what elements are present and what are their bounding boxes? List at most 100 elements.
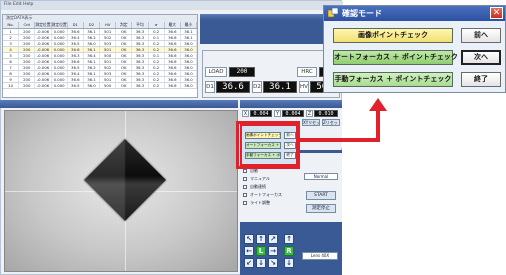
table-header-cell: 測定位置X xyxy=(35,22,52,28)
table-cell: 36.0 xyxy=(181,53,198,58)
table-cell: OK xyxy=(116,41,133,46)
z-reset-button[interactable]: Zリセット xyxy=(322,119,340,126)
table-header-row: No. Cnt 測定位置X 測定位置Y D1 D2 HV 判定 平均 σ 最大 最小 xyxy=(3,22,198,28)
d1-value: 36.6 xyxy=(216,81,250,93)
close-icon[interactable]: ✕ xyxy=(490,7,503,19)
table-cell: 501 xyxy=(100,47,117,52)
auto-focus-point-check-button[interactable]: オートフォーカス ＋ ポイントチェック xyxy=(333,50,458,65)
table-cell: -0.006 xyxy=(35,47,52,52)
table-cell: 36.6 xyxy=(165,83,181,88)
arrow-down-icon[interactable]: ↓ xyxy=(256,258,266,268)
arrow-right-label-button[interactable]: R xyxy=(284,246,294,256)
table-cell: 9 xyxy=(3,77,20,82)
arrow-down-left-icon[interactable]: ↙ xyxy=(244,258,254,268)
xy-reset-button[interactable]: XYリセット xyxy=(302,119,320,126)
table-cell: 0.000 xyxy=(52,71,68,76)
table-cell: 36.6 xyxy=(165,35,181,40)
callout-arrow-head-icon xyxy=(369,98,387,111)
prev-button[interactable]: 前へ xyxy=(461,28,501,43)
table-cell: 0.2 xyxy=(149,65,165,70)
y-value: 0.004 xyxy=(282,110,304,117)
option-checkbox[interactable] xyxy=(243,201,247,205)
diamond-indentation xyxy=(83,138,167,222)
mode-select[interactable]: Normal xyxy=(304,173,338,180)
lens-select[interactable]: Lens 40X xyxy=(302,252,338,260)
stage-control-panel: ↖ ↑ ↗ ← L → ↙ ↓ ↘ ↑ R ↓ Lens 40X xyxy=(240,222,342,275)
table-cell: 8 xyxy=(3,71,20,76)
arrow-right-icon[interactable]: → xyxy=(268,246,278,256)
option-checkbox[interactable] xyxy=(243,185,247,189)
z-up-icon[interactable]: ↑ xyxy=(284,234,294,244)
confirm-mode-dialog: 確認モード ✕ 画像ポイントチェック オートフォーカス ＋ ポイントチェック 手… xyxy=(323,5,506,93)
arrow-down-right-icon[interactable]: ↘ xyxy=(268,258,278,268)
table-cell: 36.0 xyxy=(181,41,198,46)
x-label: X xyxy=(242,110,249,117)
table-cell: 36.3 xyxy=(132,41,149,46)
table-cell: 36.6 xyxy=(165,53,181,58)
table-cell: 36.0 xyxy=(181,83,198,88)
table-cell: 500 xyxy=(100,53,117,58)
start-button[interactable]: START xyxy=(306,191,336,200)
callout-arrow-horizontal xyxy=(300,138,380,142)
table-cell: 36.3 xyxy=(132,35,149,40)
end-button[interactable]: 終了 xyxy=(461,72,501,87)
arrow-up-right-icon[interactable]: ↗ xyxy=(268,234,278,244)
table-cell: OK xyxy=(116,83,133,88)
table-cell: 500 xyxy=(100,83,117,88)
table-row[interactable]: 10 200 -0.006 0.000 36.5 36.0 500 OK 36.3 0.2 36.6… xyxy=(3,83,198,89)
load-value: 200 xyxy=(229,67,255,77)
manual-focus-point-check-button[interactable]: 手動フォーカス ＋ ポイントチェック xyxy=(333,72,453,87)
table-cell: 36.6 xyxy=(165,59,181,64)
table-cell: 36.3 xyxy=(132,71,149,76)
table-cell: 36.6 xyxy=(68,29,84,34)
table-cell: 502 xyxy=(100,35,117,40)
option-row[interactable]: 自動連続 xyxy=(243,183,301,191)
table-cell: 501 xyxy=(100,77,117,82)
table-cell: 0.000 xyxy=(52,41,68,46)
readout-panel: LOAD 200 HRC D1 36.6 D2 36.1 HV 501 xyxy=(202,50,340,98)
table-cell: -0.006 xyxy=(35,59,52,64)
table-cell: 0.000 xyxy=(52,65,68,70)
table-cell: -0.006 xyxy=(35,29,52,34)
load-label: LOAD xyxy=(205,67,227,77)
arrow-left-label-button[interactable]: L xyxy=(256,246,266,256)
option-row[interactable]: オートフォーカス xyxy=(243,191,301,199)
image-point-check-button[interactable]: 画像ポイントチェック xyxy=(333,28,453,43)
z-down-icon[interactable]: ↓ xyxy=(284,258,294,268)
arrow-left-icon[interactable]: ← xyxy=(244,246,254,256)
table-cell: 0.2 xyxy=(149,59,165,64)
table-cell: 0.000 xyxy=(52,83,68,88)
table-body[interactable]: 1 200 -0.006 0.000 36.6 36.1 501 OK 36.3 0.2 36.6 3… xyxy=(3,29,198,89)
table-header-cell: 判定 xyxy=(116,22,133,28)
menu-bar-text[interactable]: File Edit Help xyxy=(4,2,33,8)
table-cell: 0.000 xyxy=(52,53,68,58)
table-cell: 0.000 xyxy=(52,35,68,40)
stop-button[interactable]: 測定停止 xyxy=(306,204,336,213)
table-cell: 0.2 xyxy=(149,83,165,88)
menu-bar: File Edit Help xyxy=(1,1,343,10)
table-cell: 36.6 xyxy=(165,77,181,82)
table-cell: 2 xyxy=(3,35,20,40)
table-cell: 36.0 xyxy=(84,83,101,88)
option-checkbox[interactable] xyxy=(243,169,247,173)
table-cell: 36.0 xyxy=(84,41,101,46)
option-row[interactable]: ライト調整 xyxy=(243,199,301,207)
table-cell: 200 xyxy=(19,53,36,58)
table-cell: -0.006 xyxy=(35,35,52,40)
option-checkbox[interactable] xyxy=(243,177,247,181)
table-cell: 36.1 xyxy=(84,71,101,76)
table-header-cell: 測定位置Y xyxy=(51,22,68,28)
arrow-up-icon[interactable]: ↑ xyxy=(256,234,266,244)
option-row[interactable]: マニュアル xyxy=(243,175,301,183)
table-cell: OK xyxy=(116,29,133,34)
option-checkbox[interactable] xyxy=(243,193,247,197)
table-cell: 1 xyxy=(3,29,20,34)
table-cell: OK xyxy=(116,71,133,76)
d1-label: D1 xyxy=(205,81,215,93)
table-cell: 0.000 xyxy=(52,29,68,34)
arrow-up-left-icon[interactable]: ↖ xyxy=(244,234,254,244)
microscope-image[interactable] xyxy=(4,110,238,272)
table-header-cell: 最小 xyxy=(181,22,198,28)
table-cell: 36.0 xyxy=(181,77,198,82)
next-button[interactable]: 次へ xyxy=(461,50,501,65)
